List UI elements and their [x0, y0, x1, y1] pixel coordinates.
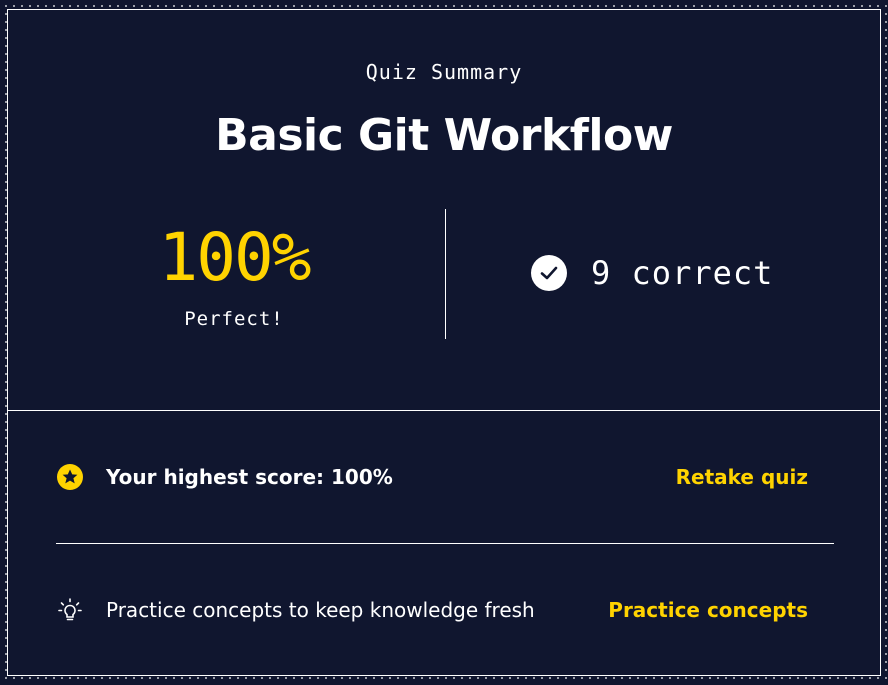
retake-quiz-link[interactable]: Retake quiz — [676, 465, 808, 489]
star-badge-icon — [56, 463, 84, 491]
practice-row: Practice concepts to keep knowledge fres… — [56, 590, 834, 630]
correct-count: 9 correct — [591, 254, 774, 292]
correct-count-panel: 9 correct — [531, 252, 773, 294]
horizontal-divider — [56, 543, 834, 544]
score-panel: 100% Perfect! — [108, 219, 360, 331]
quiz-title: Basic Git Workflow — [215, 110, 673, 161]
score-label: Perfect! — [184, 308, 284, 330]
summary-eyebrow: Quiz Summary — [365, 60, 523, 84]
quiz-summary-card: Quiz Summary Basic Git Workflow 100% Per… — [7, 9, 881, 676]
page-background: Quiz Summary Basic Git Workflow 100% Per… — [0, 0, 888, 685]
highest-score-text: Your highest score: 100% — [106, 465, 393, 489]
lightbulb-icon — [56, 596, 84, 624]
score-percentage: 100% — [158, 219, 312, 296]
practice-concepts-link[interactable]: Practice concepts — [608, 598, 808, 622]
highest-score-row: Your highest score: 100% Retake quiz — [56, 457, 834, 497]
check-circle-icon — [531, 255, 567, 291]
vertical-divider — [445, 209, 446, 339]
practice-text: Practice concepts to keep knowledge fres… — [106, 598, 535, 622]
summary-header: Quiz Summary Basic Git Workflow 100% Per… — [8, 10, 880, 411]
